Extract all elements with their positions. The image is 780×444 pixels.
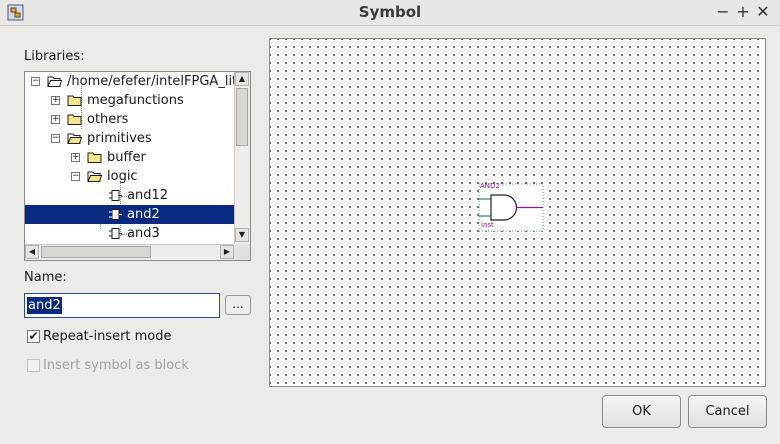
insert-block-label: Insert symbol as block [43, 358, 189, 373]
collapse-icon[interactable]: − [31, 77, 40, 86]
folder-icon [87, 152, 102, 163]
ok-button[interactable]: OK [602, 395, 681, 428]
scroll-down-icon[interactable]: ▼ [235, 228, 249, 242]
tree-item-label: and2 [127, 207, 160, 222]
expand-icon[interactable]: + [71, 153, 80, 162]
open-folder-icon [87, 171, 102, 182]
minimize-icon[interactable]: − [714, 3, 732, 21]
tree-item-and3[interactable]: and3 [25, 224, 235, 243]
tree-item-label: others [87, 112, 129, 127]
symbol-name-label: AND2 [480, 182, 500, 190]
title-bar: Symbol − + ✕ [0, 0, 780, 26]
tree-item-root[interactable]: − /home/efefer/intelFPGA_lite [25, 72, 235, 91]
repeat-insert-checkbox[interactable]: ✔ [27, 330, 40, 343]
tree-item-label: /home/efefer/intelFPGA_lite [67, 74, 235, 89]
libraries-tree[interactable]: − /home/efefer/intelFPGA_lite + megafunc… [24, 71, 251, 261]
tree-item-label: logic [107, 169, 138, 184]
horizontal-scroll-thumb[interactable] [41, 246, 151, 258]
name-input[interactable]: and2 [24, 293, 220, 318]
expand-icon[interactable]: + [51, 96, 60, 105]
tree-item-primitives[interactable]: − primitives [25, 129, 235, 148]
maximize-icon[interactable]: + [734, 3, 752, 21]
symbol-icon [109, 228, 122, 239]
vertical-scroll-thumb[interactable] [236, 88, 248, 146]
open-folder-icon [67, 133, 82, 144]
collapse-icon[interactable]: − [51, 134, 60, 143]
folder-icon [67, 114, 82, 125]
cancel-button[interactable]: Cancel [688, 395, 767, 428]
window-title: Symbol [358, 3, 422, 21]
repeat-insert-label[interactable]: Repeat-insert mode [43, 329, 172, 344]
symbol-icon [109, 209, 122, 220]
expand-icon[interactable]: + [51, 115, 60, 124]
instance-label: inst [481, 221, 494, 229]
scroll-left-icon[interactable]: ◀ [25, 245, 39, 259]
tree-item-and12[interactable]: and12 [25, 186, 235, 205]
tree-item-label: and3 [127, 226, 160, 241]
open-folder-icon [47, 76, 62, 87]
symbol-preview[interactable]: AND2 inst [269, 38, 766, 387]
tree-item-logic[interactable]: − logic [25, 167, 235, 186]
libraries-label: Libraries: [24, 49, 85, 64]
tree-item-megafunctions[interactable]: + megafunctions [25, 91, 235, 110]
tree-item-buffer[interactable]: + buffer [25, 148, 235, 167]
tree-item-and2[interactable]: and2 [25, 205, 235, 224]
tree-item-label: buffer [107, 150, 146, 165]
folder-icon [67, 95, 82, 106]
tree-horizontal-scrollbar[interactable]: ◀ ▶ [25, 244, 235, 260]
collapse-icon[interactable]: − [71, 172, 80, 181]
symbol-icon [109, 190, 122, 201]
tree-item-label: primitives [87, 131, 152, 146]
name-input-value: and2 [27, 297, 62, 314]
browse-button[interactable]: ... [225, 295, 251, 315]
scroll-corner [234, 244, 250, 260]
scroll-up-icon[interactable]: ▲ [235, 72, 249, 86]
tree-vertical-scrollbar[interactable]: ▲ ▼ [234, 72, 250, 244]
close-icon[interactable]: ✕ [754, 3, 772, 21]
tree-item-others[interactable]: + others [25, 110, 235, 129]
scroll-right-icon[interactable]: ▶ [220, 245, 234, 259]
tree-item-label: megafunctions [87, 93, 184, 108]
tree-item-label: and12 [127, 188, 168, 203]
insert-block-checkbox [27, 359, 40, 372]
name-label: Name: [24, 270, 67, 285]
